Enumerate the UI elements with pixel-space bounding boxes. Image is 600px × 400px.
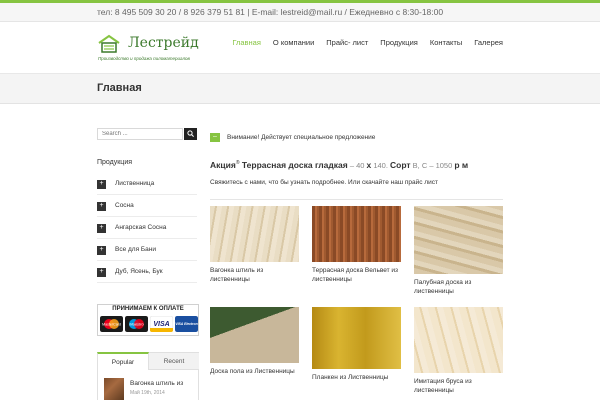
category-label: Ангарская Сосна: [115, 224, 167, 231]
promo-product: Террасная доска гладкая: [241, 160, 348, 170]
payment-title: ПРИНИМАЕМ К ОПЛАТЕ: [112, 306, 184, 312]
product-image[interactable]: [312, 206, 401, 262]
topbar-contact: тел: 8 495 509 30 20 / 8 926 379 51 81 |…: [97, 7, 444, 17]
page-title: Главная: [97, 82, 142, 94]
product-caption[interactable]: Имитация бруса из лиственницы: [414, 378, 503, 395]
post-thumbnail: [104, 378, 124, 400]
card-logos: MasterCard Maestro VISA VISA Electron: [100, 316, 198, 332]
main-nav: Главная О компании Прайс- лист Продукция…: [232, 38, 503, 47]
visa-logo: VISA: [150, 316, 173, 332]
promo-lead: Акция: [210, 160, 236, 170]
sidebar: Продукция + Лиственница + Сосна + Ангарс…: [97, 104, 199, 400]
search-input[interactable]: [97, 128, 183, 140]
maestro-logo: Maestro: [125, 316, 148, 332]
category-item-larch[interactable]: + Лиственница: [97, 173, 197, 195]
svg-text:Maestro: Maestro: [129, 322, 144, 327]
popular-post-item[interactable]: Вагонка штиль из Май 19th, 2014: [97, 370, 199, 400]
tab-recent[interactable]: Recent: [149, 352, 199, 370]
category-label: Лиственница: [115, 180, 155, 187]
plus-icon: +: [97, 202, 106, 211]
product-image[interactable]: [210, 206, 299, 262]
page-title-bar: Главная: [0, 74, 600, 104]
product-image[interactable]: [210, 307, 299, 363]
site-logo[interactable]: Лестрейд Производство и продажа пиломате…: [98, 34, 208, 64]
promo-dims-2: 140.: [371, 161, 390, 170]
nav-item-price-list[interactable]: Прайс- лист: [326, 38, 368, 47]
product-image[interactable]: [312, 307, 401, 369]
promo-reg: ®: [235, 160, 240, 166]
plus-icon: +: [97, 224, 106, 233]
nav-item-gallery[interactable]: Галерея: [474, 38, 503, 47]
mastercard-logo: MasterCard: [100, 316, 123, 332]
product-caption[interactable]: Палубная доска из лиственницы: [414, 279, 503, 296]
category-label: Сосна: [115, 202, 134, 209]
nav-item-contacts[interactable]: Контакты: [430, 38, 462, 47]
product-image[interactable]: [414, 206, 503, 274]
nav-item-about[interactable]: О компании: [273, 38, 314, 47]
promo-grade-label: Сорт: [390, 160, 411, 170]
category-list: + Лиственница + Сосна + Ангарская Сосна …: [97, 173, 197, 283]
product-card[interactable]: Вагонка штиль из лиственницы: [210, 206, 299, 284]
posts-tabs: Popular Recent: [97, 352, 199, 370]
product-card[interactable]: Террасная доска Вельвет из лиственницы: [312, 206, 401, 284]
category-label: Все для Бани: [115, 246, 157, 253]
plus-icon: +: [97, 180, 106, 189]
promo-dims-1: – 40: [347, 161, 367, 170]
site-header: Лестрейд Производство и продажа пиломате…: [0, 22, 600, 74]
sidebar-heading: Продукция: [97, 159, 133, 166]
product-caption[interactable]: Планкен из Лиственницы: [312, 374, 401, 383]
logo-name: Лестрейд: [128, 35, 199, 51]
nav-item-products[interactable]: Продукция: [380, 38, 418, 47]
notice-text: Внимание! Действует специальное предложе…: [227, 134, 376, 141]
svg-text:MasterCard: MasterCard: [102, 323, 121, 327]
svg-text:VISA: VISA: [153, 321, 169, 328]
category-item-hardwood[interactable]: + Дуб, Ясень, Бук: [97, 261, 197, 283]
search-button[interactable]: [184, 128, 197, 140]
plus-icon: +: [97, 246, 106, 255]
promo-grade-rest: В, С – 1050: [410, 161, 455, 170]
category-item-pine[interactable]: + Сосна: [97, 195, 197, 217]
logo-subtitle: Производство и продажа пиломатериалов: [98, 56, 190, 61]
content-divider: [210, 199, 503, 200]
post-date: Май 19th, 2014: [130, 390, 165, 396]
search-icon: [187, 130, 194, 137]
product-card[interactable]: Планкен из Лиственницы: [312, 307, 401, 383]
product-image[interactable]: [414, 307, 503, 373]
special-offer-notice[interactable]: – Внимание! Действует специальное предло…: [210, 133, 503, 143]
top-bar: тел: 8 495 509 30 20 / 8 926 379 51 81 |…: [0, 0, 600, 22]
product-caption[interactable]: Доска пола из Лиственницы: [210, 368, 299, 377]
contact-us-text: Свяжитесь с нами, что бы узнать подробне…: [210, 179, 438, 186]
plus-icon: +: [97, 268, 106, 277]
product-caption[interactable]: Вагонка штиль из лиственницы: [210, 267, 299, 284]
nav-item-home[interactable]: Главная: [232, 38, 261, 47]
payment-methods-banner: ПРИНИМАЕМ К ОПЛАТЕ MasterCard Maestro VI…: [97, 304, 199, 336]
promo-line: Акция® Террасная доска гладкая – 40 х 14…: [210, 160, 468, 170]
minus-icon: –: [210, 133, 220, 142]
product-card[interactable]: Имитация бруса из лиственницы: [414, 307, 503, 395]
main-content: – Внимание! Действует специальное предло…: [210, 104, 503, 400]
house-logo-icon: [98, 34, 120, 53]
tab-popular[interactable]: Popular: [97, 352, 149, 370]
product-caption[interactable]: Террасная доска Вельвет из лиственницы: [312, 267, 401, 284]
product-card[interactable]: Палубная доска из лиственницы: [414, 206, 503, 296]
product-card[interactable]: Доска пола из Лиственницы: [210, 307, 299, 377]
svg-text:VISA Electron: VISA Electron: [175, 322, 197, 326]
promo-unit-2: м: [459, 160, 469, 170]
category-item-angara-pine[interactable]: + Ангарская Сосна: [97, 217, 197, 239]
category-label: Дуб, Ясень, Бук: [115, 268, 163, 275]
visa-electron-logo: VISA Electron: [175, 316, 198, 332]
category-item-sauna[interactable]: + Все для Бани: [97, 239, 197, 261]
post-title[interactable]: Вагонка штиль из: [130, 380, 183, 387]
